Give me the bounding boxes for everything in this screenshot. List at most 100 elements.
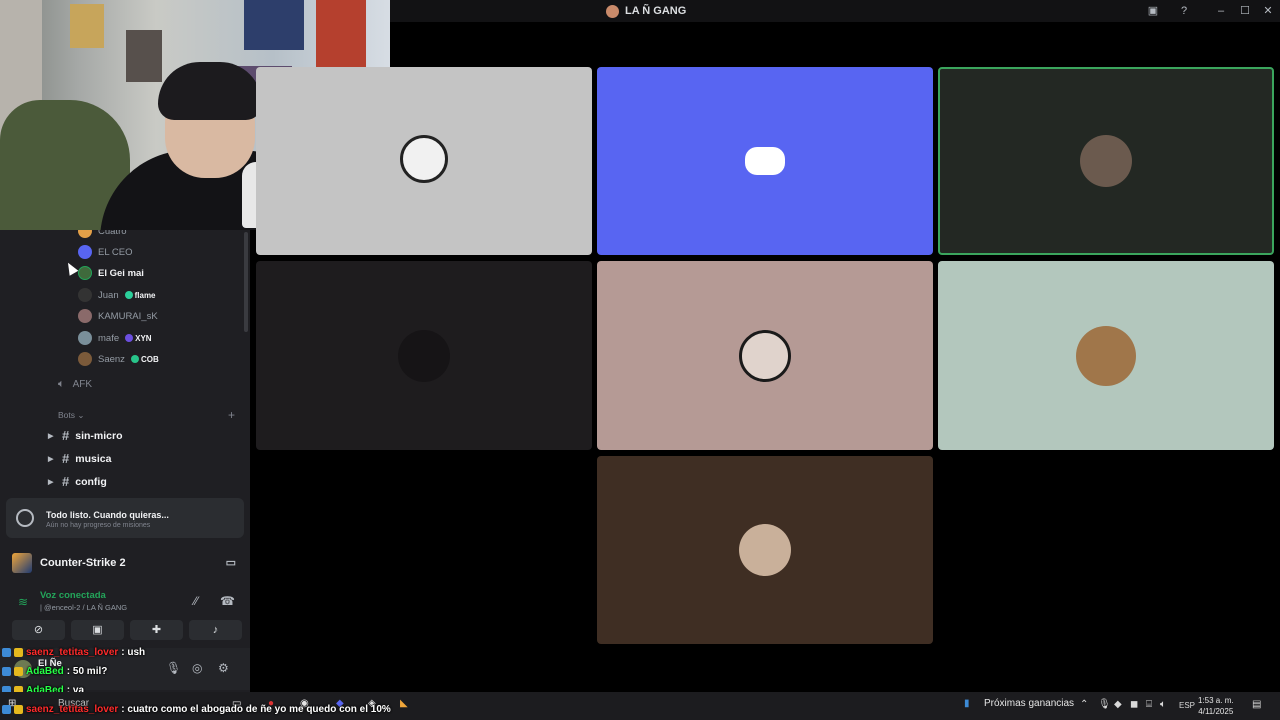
voice-member[interactable]: Saenz COB	[78, 350, 159, 368]
language-indicator[interactable]: ESP	[1179, 701, 1195, 710]
voice-member[interactable]: El Gei mai	[78, 264, 144, 282]
microphone-icon[interactable]: 🎙︎	[166, 661, 181, 675]
hash-icon: #	[62, 451, 70, 466]
voice-actions: ⊘ ▣ ✚ ♪	[12, 620, 242, 642]
bear-avatar	[1076, 325, 1136, 386]
voice-member[interactable]: EL CEO	[78, 243, 133, 261]
participant-tile[interactable]	[597, 67, 933, 255]
voice-member[interactable]: mafe XYN	[78, 329, 152, 347]
member-name: Juan	[98, 289, 119, 301]
badge-icon	[14, 704, 23, 714]
game-icon	[12, 553, 32, 573]
member-name: Saenz	[98, 353, 125, 365]
wall-poster	[316, 0, 366, 68]
participant-tile[interactable]	[938, 261, 1274, 450]
voice-member[interactable]: Juan flame	[78, 286, 156, 304]
participant-tile[interactable]	[597, 456, 933, 644]
soundboard-button[interactable]: ♪	[189, 620, 242, 640]
member-name: El Gei mai	[98, 267, 144, 279]
chat-message: saenz_tetitas_lover : cuatro como el abo…	[2, 702, 391, 716]
channel-label: config	[75, 475, 107, 488]
clan-tag-label: XYN	[135, 333, 152, 343]
voice-status[interactable]: Voz conectada	[40, 590, 106, 601]
discord-avatar-icon	[78, 245, 92, 259]
system-clock[interactable]: 1:53 a. m. 4/11/2025	[1198, 695, 1234, 717]
discord-logo-icon	[745, 147, 785, 175]
camera-off-button[interactable]: ⊘	[12, 620, 65, 640]
app-tray-icon[interactable]: ◆	[1114, 699, 1122, 710]
inbox-icon[interactable]: ▣	[1145, 3, 1161, 19]
notifications-icon[interactable]: ▤	[1252, 699, 1261, 710]
channel-item[interactable]: ▶ # musica	[48, 451, 111, 466]
microphone-tray-icon[interactable]: 🎙︎	[1098, 699, 1111, 710]
chat-text: : cuatro como el abogado de ñe yo me que…	[121, 703, 391, 715]
close-button[interactable]: ✕	[1260, 3, 1276, 19]
channel-item[interactable]: ▶ # sin-micro	[48, 428, 123, 443]
hash-icon: #	[62, 474, 70, 489]
user-avatar	[398, 329, 450, 382]
add-channel-icon[interactable]: +	[228, 408, 235, 422]
game-activity[interactable]: Counter-Strike 2 ▭	[12, 552, 242, 574]
voice-member[interactable]: KAMURAI_sK	[78, 307, 158, 325]
member-name: mafe	[98, 332, 120, 344]
activities-button[interactable]: ✚	[130, 620, 183, 640]
clan-icon	[130, 355, 139, 363]
clan-tag: flame	[124, 291, 156, 300]
headphones-icon[interactable]: ◎	[192, 661, 202, 675]
network-icon[interactable]: ⌸	[1146, 699, 1152, 710]
sidebar-scrollbar[interactable]	[244, 232, 248, 332]
voice-channel-path[interactable]: | @enceol-2 / LA Ñ GANG	[40, 603, 127, 612]
clan-tag: COB	[130, 354, 159, 364]
clan-tag: XYN	[125, 333, 152, 343]
quest-icon	[16, 509, 34, 527]
category-bots[interactable]: Bots ⌄	[58, 410, 85, 421]
chevron-down-icon: ⌄	[77, 410, 85, 420]
grin-emoji-avatar	[400, 135, 448, 183]
signal-icon[interactable]: ≋	[18, 595, 28, 609]
wall-poster	[244, 0, 304, 50]
badge-icon	[14, 666, 23, 676]
platform-icon	[2, 666, 11, 676]
server-title-text: LA Ñ GANG	[625, 5, 687, 17]
server-icon	[606, 4, 619, 18]
participant-tile[interactable]	[256, 67, 592, 255]
user-avatar	[739, 329, 791, 382]
app-tray-icon[interactable]: ◼	[1130, 699, 1138, 710]
disconnect-icon[interactable]: ☎	[220, 594, 235, 608]
quest-panel[interactable]: Todo listo. Cuando quieras... Aún no hay…	[6, 498, 244, 538]
gear-icon[interactable]: ⚙	[218, 661, 229, 675]
volume-icon[interactable]: 🔈︎	[1160, 699, 1166, 710]
share-screen-button[interactable]: ▣	[71, 620, 124, 640]
chevron-up-icon[interactable]: ⌃	[1080, 699, 1088, 710]
maximize-button[interactable]: ☐	[1237, 3, 1253, 19]
avatar	[78, 352, 92, 366]
streamer-headphones	[158, 62, 262, 120]
channel-item[interactable]: ▶ # config	[48, 474, 107, 489]
hash-icon: #	[62, 428, 70, 443]
badge-icon	[14, 647, 23, 657]
voice-connection-panel: ≋ Voz conectada | @enceol-2 / LA Ñ GANG …	[14, 590, 242, 616]
help-icon[interactable]: ?	[1176, 3, 1192, 19]
noise-suppression-icon[interactable]: ⁄⁄	[194, 594, 198, 608]
game-name: Counter-Strike 2	[40, 557, 126, 569]
chat-username: saenz_tetitas_lover	[26, 703, 119, 715]
minimize-button[interactable]: –	[1213, 3, 1229, 19]
chat-text: : ush	[121, 646, 146, 658]
voice-channel-afk[interactable]: 🔈︎ AFK	[58, 378, 92, 391]
platform-icon	[2, 704, 11, 714]
participant-tile[interactable]	[256, 261, 592, 450]
flame-icon	[124, 291, 133, 299]
wall-poster	[126, 30, 162, 82]
widget-icon[interactable]: ▮	[964, 698, 970, 709]
widget-label[interactable]: Próximas ganancias	[984, 698, 1074, 709]
chat-username: AdaBed	[26, 665, 64, 677]
clan-tag-label: COB	[140, 354, 159, 364]
chat-message: saenz_tetitas_lover : ush	[2, 645, 145, 659]
clock-date: 4/11/2025	[1198, 707, 1234, 716]
channel-label: musica	[75, 452, 112, 465]
participant-tile-speaking[interactable]	[938, 67, 1274, 255]
screen-share-icon[interactable]: ▭	[226, 556, 236, 569]
avatar	[78, 266, 92, 280]
participant-tile[interactable]	[597, 261, 933, 450]
cs2-taskbar-icon[interactable]: ◣	[400, 698, 408, 709]
